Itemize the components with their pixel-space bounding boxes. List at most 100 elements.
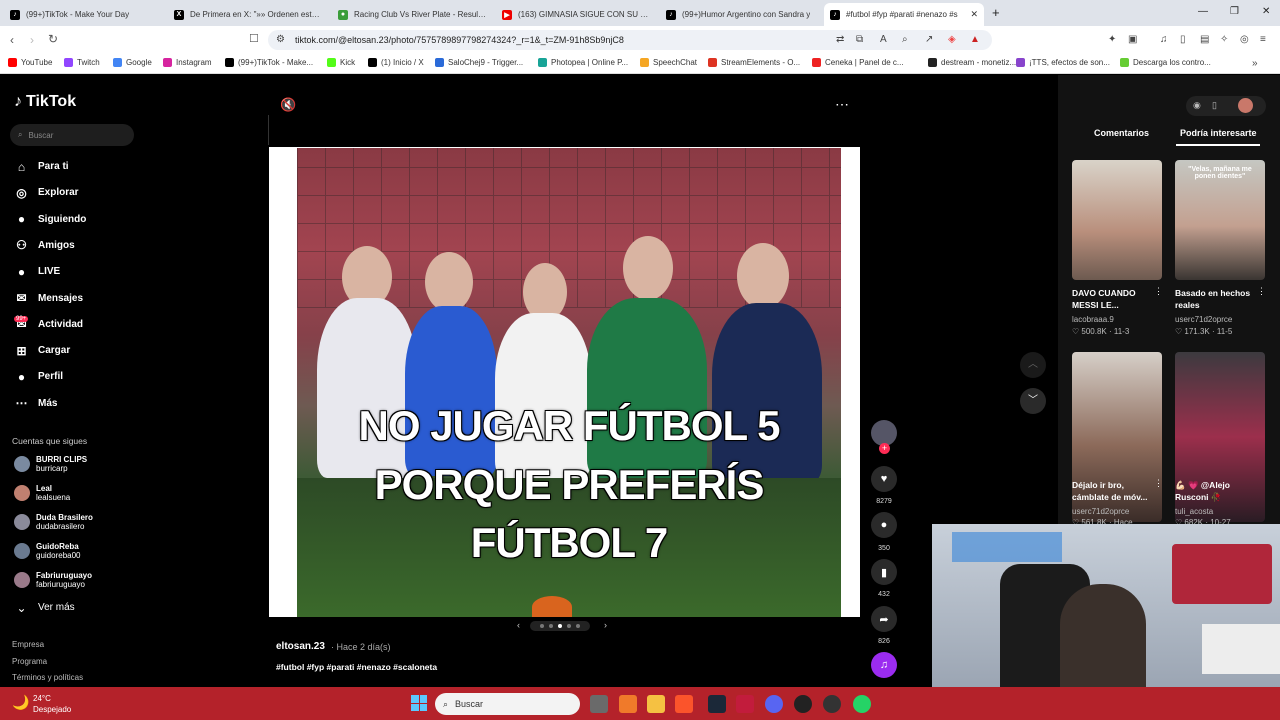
browser-tab[interactable]: ▶ (163) GIMNASIA SIGUE CON SU RAC: [496, 3, 658, 26]
discord-icon[interactable]: [765, 695, 783, 713]
video-author[interactable]: userc71d2oprce: [1072, 507, 1129, 516]
browser-tab[interactable]: ♪ (99+)Humor Argentino con Sandra y: [660, 3, 822, 26]
brave-icon[interactable]: [675, 695, 693, 713]
sidebar-item-live[interactable]: ● LIVE: [14, 264, 60, 279]
mute-icon[interactable]: 🔇: [280, 97, 296, 113]
prev-photo-icon[interactable]: ‹: [517, 620, 520, 630]
translate-icon[interactable]: ⇄: [836, 34, 844, 45]
reload-icon[interactable]: ↻: [48, 32, 58, 46]
footer-link[interactable]: Programa: [12, 657, 47, 666]
close-tab-icon[interactable]: ✕: [966, 9, 978, 20]
sidebar-item-mensajes[interactable]: ✉ Mensajes: [14, 291, 83, 306]
media-icon[interactable]: ♫: [1160, 34, 1168, 45]
video-author[interactable]: tuli_acosta: [1175, 507, 1213, 516]
bookmark-icon[interactable]: ☐: [249, 32, 259, 45]
sidebar-item-para-ti[interactable]: ⌂ Para ti: [14, 159, 69, 174]
like-icon[interactable]: ♥: [871, 466, 897, 492]
leo-icon[interactable]: ✧: [1220, 34, 1228, 45]
bookmark-item[interactable]: (1) Inicio / X: [368, 58, 424, 67]
browser-tab[interactable]: ♪ (99+)TikTok - Make Your Day: [4, 3, 166, 26]
sidebar-item-más[interactable]: ⋯ Más: [14, 396, 58, 411]
follow-plus-icon[interactable]: +: [879, 443, 890, 454]
video-thumbnail[interactable]: "Velas, mañana me ponen dientes": [1175, 160, 1265, 280]
browser-tab[interactable]: X De Primera en X: "»» Ordenen estos»: [168, 3, 330, 26]
steam-icon[interactable]: [708, 695, 726, 713]
more-icon[interactable]: ⋮: [1154, 286, 1163, 297]
user-avatar[interactable]: [1238, 98, 1253, 113]
language-icon[interactable]: A: [880, 34, 887, 45]
forward-icon[interactable]: ›: [30, 33, 34, 47]
bookmark-item[interactable]: Descarga los contro...: [1120, 58, 1211, 67]
back-icon[interactable]: ‹: [10, 33, 14, 47]
prev-post-button[interactable]: ︿: [1020, 352, 1046, 378]
followed-account[interactable]: Duda Brasilero dudabrasilero: [14, 513, 93, 531]
footer-link[interactable]: Empresa: [12, 640, 44, 649]
next-post-button[interactable]: ﹀: [1020, 388, 1046, 414]
bookmark-item[interactable]: destream - monetiz...: [928, 58, 1016, 67]
tiktok-logo[interactable]: ♪ TikTok: [14, 93, 76, 111]
sidebar-item-explorar[interactable]: ◎ Explorar: [14, 185, 78, 200]
bookmark-item[interactable]: Kick: [327, 58, 355, 67]
browser-tab-active[interactable]: ♪ #futbol #fyp #parati #nenazo #s ✕: [824, 3, 984, 26]
menu-icon[interactable]: ≡: [1260, 34, 1266, 45]
bookmark-item[interactable]: Photopea | Online P...: [538, 58, 628, 67]
brave-shield-icon[interactable]: ◈: [948, 34, 956, 45]
post-author[interactable]: eltosan.23: [276, 641, 325, 652]
open-icon[interactable]: ⧉: [856, 34, 863, 45]
more-icon[interactable]: ⋮: [1154, 478, 1163, 489]
window-close-button[interactable]: ✕: [1262, 6, 1270, 17]
footer-link[interactable]: Términos y políticas: [12, 673, 83, 682]
more-bookmarks-icon[interactable]: »: [1252, 58, 1258, 69]
file-explorer-icon[interactable]: [647, 695, 665, 713]
video-title[interactable]: DAVO CUANDO MESSI LE...: [1072, 287, 1162, 311]
bookmark-item[interactable]: YouTube: [8, 58, 52, 67]
extensions-icon[interactable]: ✦: [1108, 34, 1116, 45]
coins-icon[interactable]: ◉: [1193, 100, 1201, 111]
more-icon[interactable]: ⋮: [1257, 286, 1266, 297]
new-tab-button[interactable]: +: [992, 5, 1000, 20]
sidebar-icon[interactable]: ▯: [1180, 34, 1186, 45]
share-icon[interactable]: ↗: [925, 34, 933, 45]
bookmark-item[interactable]: Ceneka | Panel de c...: [812, 58, 904, 67]
video-title[interactable]: 💪🏻 💗 @Alejo Rusconi 🥀: [1175, 479, 1265, 503]
video-title[interactable]: Déjalo ir bro, cámblate de móv...: [1072, 479, 1162, 503]
bookmark-item[interactable]: SaloChej9 - Trigger...: [435, 58, 523, 67]
site-info-icon[interactable]: ⚙: [276, 34, 285, 45]
followed-account[interactable]: BURRI CLIPS burricarp: [14, 455, 87, 473]
wallet2-icon[interactable]: ▤: [1200, 34, 1209, 45]
share-icon[interactable]: ➦: [871, 606, 897, 632]
tab-recommended[interactable]: Podría interesarte: [1180, 128, 1257, 138]
video-author[interactable]: userc71d2oprce: [1175, 315, 1232, 324]
see-more-button[interactable]: ⌄ Ver más: [14, 600, 74, 615]
sidebar-item-perfil[interactable]: ● Perfil: [14, 369, 63, 384]
bookmark-item[interactable]: StreamElements - O...: [708, 58, 800, 67]
sidebar-item-siguiendo[interactable]: ● Siguiendo: [14, 212, 86, 227]
wallet-icon[interactable]: ▣: [1128, 34, 1137, 45]
next-photo-icon[interactable]: ›: [604, 620, 607, 630]
bookmark-item[interactable]: Instagram: [163, 58, 212, 67]
search-input[interactable]: ⌕ Buscar: [10, 124, 134, 146]
store-icon[interactable]: [619, 695, 637, 713]
app2-icon[interactable]: [823, 695, 841, 713]
music-icon[interactable]: ♫: [871, 652, 897, 678]
weather-temp[interactable]: 24°C: [33, 694, 51, 703]
brave-rewards-icon[interactable]: ▲: [970, 34, 980, 45]
bookmark-item[interactable]: ¡TTS, efectos de son...: [1016, 58, 1110, 67]
zoom-icon[interactable]: ⌕: [902, 34, 908, 45]
video-author[interactable]: lacobraaa.9: [1072, 315, 1114, 324]
windows-start-icon[interactable]: [411, 695, 427, 711]
bookmark-item[interactable]: Google: [113, 58, 152, 67]
followed-account[interactable]: Fabriuruguayo fabriuruguayo: [14, 571, 92, 589]
vpn-icon[interactable]: ◎: [1240, 34, 1249, 45]
more-options-icon[interactable]: ⋯: [835, 96, 849, 113]
obs-icon[interactable]: [794, 695, 812, 713]
video-title[interactable]: Basado en hechos reales: [1175, 287, 1265, 311]
comment-icon[interactable]: ●: [871, 512, 897, 538]
sidebar-item-amigos[interactable]: ⚇ Amigos: [14, 238, 75, 253]
bookmark-item[interactable]: SpeechChat: [640, 58, 697, 67]
app-icon[interactable]: [736, 695, 754, 713]
phone-icon[interactable]: ▯: [1212, 100, 1217, 111]
bookmark-item[interactable]: Twitch: [64, 58, 100, 67]
save-icon[interactable]: ▮: [871, 559, 897, 585]
whatsapp-icon[interactable]: [853, 695, 871, 713]
